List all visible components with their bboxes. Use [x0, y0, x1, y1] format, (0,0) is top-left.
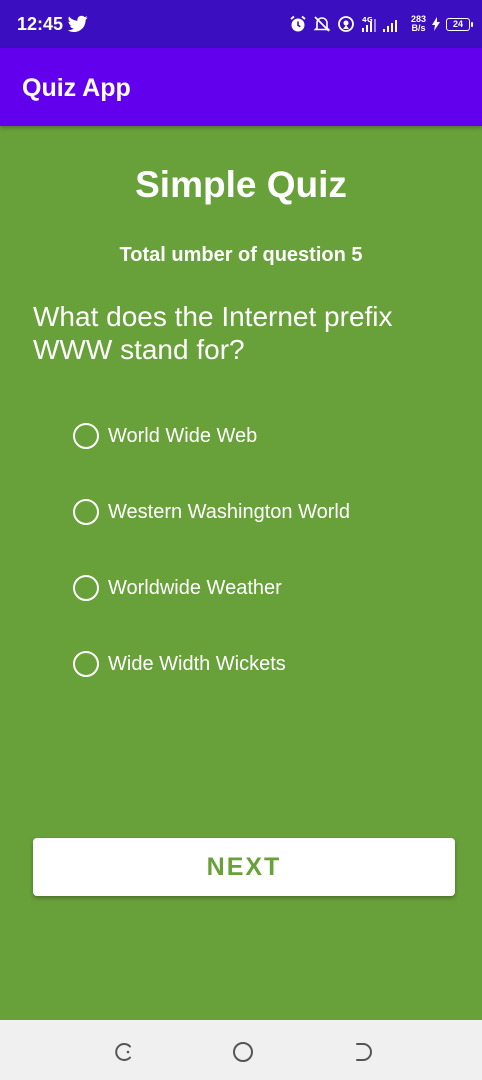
app-title: Quiz App: [22, 74, 131, 102]
battery-level: 24: [452, 18, 463, 29]
question-text: What does the Internet prefix WWW stand …: [33, 301, 393, 365]
recents-icon[interactable]: [112, 1040, 136, 1064]
total-questions-label: Total umber of question 5: [119, 244, 363, 266]
battery-icon: 24: [446, 17, 473, 31]
back-icon[interactable]: [351, 1040, 375, 1064]
charging-icon: [432, 17, 440, 31]
net-speed: 283 B/s: [411, 15, 426, 33]
radio-button-icon[interactable]: [73, 499, 99, 525]
hotspot-icon: [338, 16, 354, 32]
option-label: Wide Width Wickets: [108, 652, 286, 675]
status-time: 12:45: [17, 14, 64, 34]
option-radio-3[interactable]: Worldwide Weather: [73, 572, 413, 604]
system-nav-bar: [0, 1020, 482, 1080]
mute-icon: [313, 16, 331, 32]
app-bar: Quiz App: [0, 48, 482, 126]
option-radio-2[interactable]: Western Washington World: [73, 496, 413, 528]
alarm-icon: [290, 15, 306, 32]
radio-button-icon[interactable]: [73, 423, 99, 449]
option-radio-4[interactable]: Wide Width Wickets: [73, 648, 413, 680]
option-label: Western Washington World: [108, 500, 350, 523]
net-speed-unit: B/s: [411, 23, 426, 33]
radio-button-icon[interactable]: [73, 651, 99, 677]
quiz-title: Simple Quiz: [135, 164, 347, 205]
radio-button-icon[interactable]: [73, 575, 99, 601]
option-radio-1[interactable]: World Wide Web: [73, 420, 413, 452]
option-label: Worldwide Weather: [108, 576, 282, 599]
option-label: World Wide Web: [108, 424, 258, 447]
signal-icon: 4G: [361, 16, 397, 32]
status-bar: 12:45 4G 283 B/s 24: [0, 0, 482, 48]
status-icons: 4G 283 B/s 24: [289, 12, 473, 36]
next-button[interactable]: NEXT: [33, 838, 455, 896]
twitter-icon: [68, 15, 88, 32]
home-icon[interactable]: [231, 1040, 255, 1064]
